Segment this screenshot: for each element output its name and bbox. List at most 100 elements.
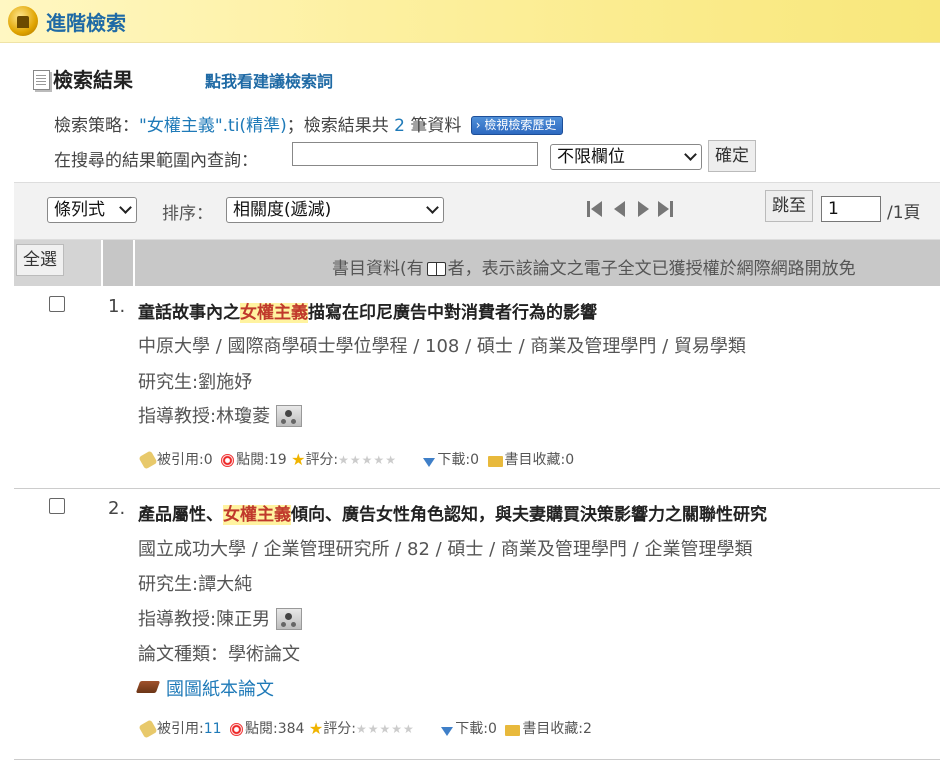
rating-label: 評分: [323, 721, 356, 737]
field-select-value: 不限欄位 [557, 147, 625, 167]
download-label: 下載: [437, 452, 471, 468]
record-advisor: 指導教授:陳正男 [138, 605, 303, 631]
jump-to-page-button[interactable]: 跳至 [765, 190, 813, 222]
record-stats: 被引用:0 點閱:19 ★評分:★★★★★ 下載:0 書目收藏:0 [138, 449, 575, 470]
library-logo-icon [8, 6, 38, 36]
strategy-label: 檢索策略： [54, 116, 139, 136]
title-highlight: 女權主義 [223, 505, 291, 525]
star-icon: ★ [291, 450, 306, 469]
view-count: 19 [268, 452, 287, 468]
table-header-num-col [103, 240, 135, 286]
cite-count: 0 [203, 452, 213, 468]
select-all-button[interactable]: 全選 [16, 244, 64, 276]
next-page-icon[interactable] [636, 200, 652, 218]
chevron-down-icon [119, 201, 132, 214]
record-number: 2. [108, 498, 126, 519]
chevron-down-icon [426, 201, 439, 214]
fav-label: 書目收藏: [522, 721, 584, 737]
result-count: 2 [394, 116, 405, 136]
open-book-icon [426, 260, 446, 277]
cite-label: 被引用: [157, 452, 204, 468]
title-part: 童話故事內之 [138, 303, 240, 323]
sort-label: 排序： [162, 204, 213, 224]
sort-select[interactable]: 相關度(遞減) [226, 197, 444, 223]
view-mode-select[interactable]: 條列式 [47, 197, 137, 223]
record-type: 論文種類：學術論文 [138, 644, 300, 665]
title-part: 產品屬性、 [138, 505, 223, 525]
search-strategy: 檢索策略："女權主義".ti(精準)；檢索結果共 2 筆資料 › 檢視檢索歷史 [54, 111, 564, 136]
citation-icon [138, 450, 158, 470]
download-icon [441, 727, 454, 736]
results-heading: 檢索結果 [53, 68, 133, 92]
paper-thesis-link[interactable]: 國圖紙本論文 [166, 675, 274, 701]
sort-value: 相關度(遞減) [233, 200, 332, 220]
header-text-suffix: 者，表示該論文之電子全文已獲授權於網際網路開放免 [447, 259, 856, 279]
search-history-label: 檢視檢索歷史 [484, 118, 557, 132]
record-checkbox[interactable] [49, 296, 65, 312]
download-icon [423, 458, 436, 467]
view-label: 點閱: [245, 721, 278, 737]
strategy-query: "女權主義".ti(精準) [139, 116, 287, 136]
record-title-link[interactable]: 產品屬性、女權主義傾向、廣告女性角色認知，與夫妻購買決策影響力之關聯性研究 [138, 500, 767, 525]
page-title: 進階檢索 [46, 11, 126, 35]
record-number: 1. [108, 296, 126, 317]
citation-icon [138, 719, 158, 739]
header-text-prefix: 書目資料(有 [332, 259, 424, 279]
fav-count: 0 [565, 452, 575, 468]
record-checkbox[interactable] [49, 498, 65, 514]
bookmark-folder-icon [505, 725, 521, 736]
star-icon: ★ [308, 719, 324, 738]
first-page-icon[interactable] [587, 200, 603, 218]
within-search-input[interactable] [292, 142, 538, 166]
bookmark-folder-icon [487, 456, 503, 467]
within-search-label: 在搜尋的結果範圍內查詢： [54, 151, 258, 171]
page-total: /1頁 [887, 203, 921, 223]
download-count: 0 [470, 452, 480, 468]
record-meta: 中原大學 / 國際商學碩士學位學程 / 108 / 碩士 / 商業及管理學門 /… [138, 336, 746, 357]
cite-label: 被引用: [157, 721, 204, 737]
suggest-terms-link[interactable]: 點我看建議檢索詞 [205, 68, 333, 92]
title-highlight: 女權主義 [240, 303, 308, 323]
title-part: 描寫在印尼廣告中對消費者行為的影響 [308, 303, 597, 323]
result-count-suffix: 筆資料 [410, 116, 462, 136]
header-bar [0, 0, 940, 43]
view-label: 點閱: [236, 452, 269, 468]
fav-label: 書目收藏: [504, 452, 566, 468]
view-count-icon [230, 723, 243, 736]
advisor-profile-icon[interactable] [276, 405, 303, 427]
record-stats: 被引用:11 點閱:384 ★評分:★★★★★ 下載:0 書目收藏:2 [138, 718, 592, 739]
prev-page-icon[interactable] [612, 200, 628, 218]
record-title-link[interactable]: 童話故事內之女權主義描寫在印尼廣告中對消費者行為的影響 [138, 298, 597, 323]
rating-stars[interactable]: ★★★★★ [338, 453, 397, 467]
record-student: 研究生:劉施妤 [138, 372, 253, 393]
record-divider [14, 759, 940, 760]
last-page-icon[interactable] [658, 200, 674, 218]
field-select[interactable]: 不限欄位 [550, 144, 702, 170]
rating-label: 評分: [305, 452, 339, 468]
bibliographic-column-header: 書目資料(有 者，表示該論文之電子全文已獲授權於網際網路開放免 [332, 254, 856, 279]
search-history-button[interactable]: › 檢視檢索歷史 [470, 116, 564, 135]
strategy-separator: ；檢索結果共 [286, 116, 389, 136]
chevron-right-icon: › [475, 118, 481, 132]
record-student: 研究生:譚大純 [138, 574, 253, 595]
rating-stars[interactable]: ★★★★★ [356, 722, 415, 736]
paper-book-icon [135, 681, 161, 693]
download-label: 下載: [455, 721, 488, 737]
advisor-text: 指導教授:陳正男 [138, 609, 271, 630]
view-mode-value: 條列式 [54, 200, 105, 220]
record-divider [14, 488, 940, 489]
record-advisor: 指導教授:林瓊菱 [138, 402, 303, 428]
title-part: 傾向、廣告女性角色認知，與夫妻購買決策影響力之關聯性研究 [291, 505, 767, 525]
view-count-icon [221, 454, 235, 467]
record-meta: 國立成功大學 / 企業管理研究所 / 82 / 碩士 / 商業及管理學門 / 企… [138, 539, 753, 560]
view-count: 384 [277, 721, 305, 737]
cite-count[interactable]: 11 [204, 721, 222, 737]
document-icon [33, 70, 50, 90]
fav-count: 2 [583, 721, 592, 737]
page-number-input[interactable]: 1 [821, 196, 881, 222]
chevron-down-icon [684, 148, 697, 161]
advisor-profile-icon[interactable] [276, 608, 303, 630]
download-count: 0 [487, 721, 497, 737]
advisor-text: 指導教授:林瓊菱 [138, 406, 271, 427]
confirm-button[interactable]: 確定 [708, 140, 756, 172]
